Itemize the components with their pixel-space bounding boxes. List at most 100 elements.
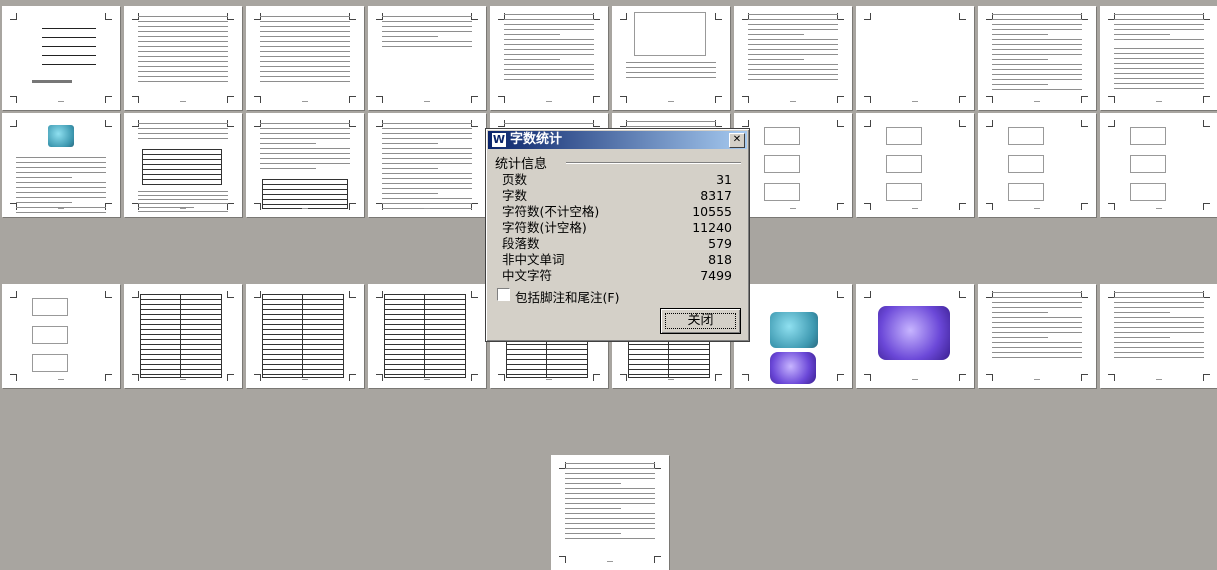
page-number [790, 101, 796, 102]
dialog-title: 字数统计 [510, 132, 563, 147]
page-thumbnail [978, 6, 1096, 110]
crop-mark [864, 374, 871, 381]
close-button[interactable]: 关闭 [660, 308, 741, 334]
text-line [1114, 302, 1204, 303]
tool-sketch [764, 127, 800, 145]
crop-mark [1203, 96, 1210, 103]
text-line [565, 483, 621, 484]
text-line [16, 187, 106, 188]
text-line [382, 148, 472, 149]
text-line [748, 34, 804, 35]
text-line [626, 77, 716, 78]
page-number [180, 379, 186, 380]
text-line [626, 126, 716, 127]
crop-mark [864, 96, 871, 103]
text-line [138, 199, 228, 200]
dialog-title-bar[interactable]: W 字数统计 ✕ [488, 131, 747, 149]
text-line [565, 468, 655, 469]
crop-mark [1203, 120, 1210, 127]
cover-field-line [42, 64, 96, 65]
tool-sketch [886, 183, 922, 201]
stat-row-chars-with-spaces: 字符数(计空格) 11240 [502, 220, 732, 236]
crop-mark [593, 13, 600, 20]
text-line [138, 61, 228, 62]
include-footnotes-label[interactable]: 包括脚注和尾注(F) [515, 287, 619, 306]
text-line [748, 24, 838, 25]
crop-mark [498, 96, 505, 103]
tool-sketch [1008, 155, 1044, 173]
crop-mark [227, 13, 234, 20]
table-divider [424, 294, 425, 378]
text-line [992, 74, 1082, 75]
stat-value: 7499 [700, 268, 732, 283]
text-line [565, 538, 655, 539]
cover-field-line [42, 28, 96, 29]
text-line [138, 36, 228, 37]
text-line [992, 347, 1082, 348]
text-line [1114, 53, 1204, 54]
crop-mark [620, 13, 627, 20]
text-line [504, 54, 594, 55]
text-line [1114, 317, 1204, 318]
text-line [1114, 83, 1204, 84]
crop-mark [254, 96, 261, 103]
text-line [1114, 357, 1204, 358]
page-thumbnail [856, 6, 974, 110]
text-line [260, 158, 350, 159]
word-app-icon: W [492, 133, 506, 147]
text-line [260, 168, 316, 169]
page-number [424, 379, 430, 380]
crop-mark [105, 291, 112, 298]
text-line [260, 128, 350, 129]
text-line [748, 54, 838, 55]
crop-mark [959, 120, 966, 127]
text-line [504, 123, 594, 124]
stat-row-pages: 页数 31 [502, 172, 732, 188]
crop-mark [498, 374, 505, 381]
page-number [912, 379, 918, 380]
crop-mark [471, 120, 478, 127]
text-line [138, 195, 228, 196]
page-thumbnail [734, 6, 852, 110]
text-line [504, 59, 560, 60]
text-line [16, 182, 106, 183]
text-line [748, 39, 838, 40]
stat-row-paragraphs: 段落数 579 [502, 236, 732, 252]
text-line [504, 64, 594, 65]
page-number [668, 379, 674, 380]
text-line [1114, 34, 1170, 35]
stat-row-chars-no-spaces: 字符数(不计空格) 10555 [502, 204, 732, 220]
text-line [1114, 14, 1204, 15]
crop-mark [1081, 203, 1088, 210]
text-line [1114, 68, 1204, 69]
text-line [138, 66, 228, 67]
close-icon[interactable]: ✕ [729, 133, 745, 148]
text-line [260, 21, 350, 22]
text-line [992, 317, 1082, 318]
crop-mark [227, 291, 234, 298]
page-thumbnail [978, 113, 1096, 217]
include-footnotes-checkbox[interactable] [497, 288, 510, 301]
text-line [748, 19, 838, 20]
text-line [1114, 312, 1170, 313]
crop-mark [349, 120, 356, 127]
text-line [1114, 19, 1204, 20]
text-line [1114, 88, 1204, 89]
text-line [992, 59, 1048, 60]
page-thumbnail [124, 284, 242, 388]
crop-mark [1108, 374, 1115, 381]
crop-mark [376, 291, 383, 298]
crop-mark [837, 120, 844, 127]
text-line [1114, 337, 1170, 338]
tool-sketch [1008, 183, 1044, 201]
page-number [668, 101, 674, 102]
data-table [262, 179, 348, 209]
text-line [382, 41, 472, 42]
text-line [260, 36, 350, 37]
text-line [138, 133, 228, 134]
page-number [912, 208, 918, 209]
crop-mark [10, 120, 17, 127]
crop-mark [1203, 374, 1210, 381]
text-line [138, 21, 228, 22]
text-line [992, 19, 1082, 20]
